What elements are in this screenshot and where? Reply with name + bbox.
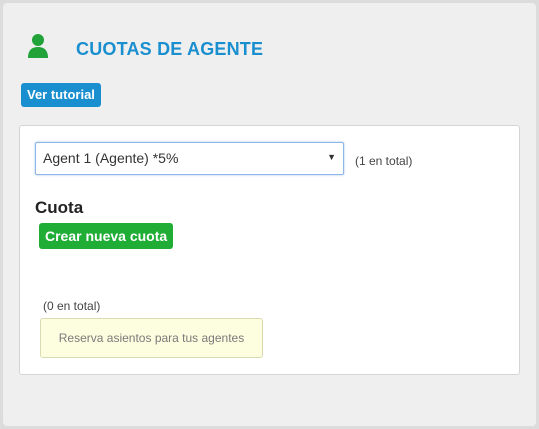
page-title: CUOTAS DE AGENTE [76, 39, 264, 59]
agents-total-count: (1 en total) [355, 154, 413, 168]
quota-section-title: Cuota [35, 198, 84, 217]
empty-quota-notice: Reserva asientos para tus agentes [40, 318, 263, 358]
tutorial-button[interactable]: Ver tutorial [21, 83, 101, 107]
agent-select-value: Agent 1 (Agente) *5% [43, 150, 179, 166]
agent-select[interactable]: Agent 1 (Agente) *5% ▼ [35, 142, 344, 175]
page-header [27, 33, 49, 59]
quota-card: Agent 1 (Agente) *5% ▼ (1 en total) Cuot… [19, 125, 520, 375]
create-quota-button[interactable]: Crear nueva cuota [39, 223, 174, 249]
quotas-total-count: (0 en total) [43, 299, 101, 313]
user-icon [27, 33, 49, 59]
chevron-down-icon: ▼ [327, 152, 336, 162]
